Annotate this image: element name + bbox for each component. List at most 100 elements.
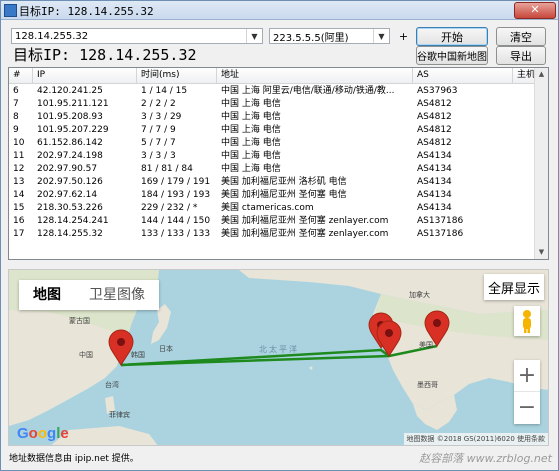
table-row[interactable]: 17 128.14.255.32 133 / 133 / 133 美国 加利福尼亚州 …: [9, 228, 548, 241]
table-row[interactable]: 15 218.30.53.226 229 / 232 / * 美国 ctamerica…: [9, 202, 548, 215]
cell-index: 9: [13, 125, 19, 135]
dns-server-input[interactable]: [270, 29, 377, 43]
cell-time: 3 / 3 / 3: [141, 151, 176, 161]
cell-index: 7: [13, 99, 19, 109]
cell-ip: 202.97.62.14: [37, 190, 98, 200]
table-row[interactable]: 16 128.14.254.241 144 / 144 / 150 美国 加利福尼亚州…: [9, 215, 548, 228]
cell-index: 13: [13, 177, 25, 187]
table-row[interactable]: 9 101.95.207.229 7 / 7 / 9 中国 上海 电信 AS4812: [9, 124, 548, 137]
trace-table: # IP 时间(ms) 地址 AS 主机 6 42.120.241.25 1 / 1…: [8, 67, 549, 260]
export-button[interactable]: 导出: [496, 46, 546, 65]
cell-as: AS137186: [417, 229, 464, 239]
cell-address: 中国 上海 电信: [221, 164, 281, 174]
cell-address: 中国 上海 电信: [221, 112, 281, 122]
cell-address: 美国 加利福尼亚州 圣何塞 zenlayer.com: [221, 216, 389, 226]
map-label-mexico: 墨西哥: [417, 381, 438, 389]
zoom-in-button[interactable]: +: [514, 360, 540, 392]
table-row[interactable]: 13 202.97.50.126 169 / 179 / 191 美国 加利福尼亚州 …: [9, 176, 548, 189]
cell-index: 17: [13, 229, 25, 239]
cell-ip: 202.97.50.126: [37, 177, 103, 187]
zoom-control: + −: [514, 360, 540, 424]
cell-address: 美国 加利福尼亚州 圣何塞 电信: [221, 190, 347, 200]
map-label-usa: 美国: [419, 341, 433, 349]
cell-as: AS4812: [417, 112, 452, 122]
google-logo: Google: [17, 425, 69, 442]
col-header-as[interactable]: AS: [413, 68, 513, 83]
chevron-down-icon[interactable]: ▼: [246, 29, 262, 43]
map-label-canada: 加拿大: [409, 291, 430, 299]
start-button[interactable]: 开始: [416, 27, 488, 46]
cell-ip: 61.152.86.142: [37, 138, 103, 148]
table-row[interactable]: 7 101.95.211.121 2 / 2 / 2 中国 上海 电信 AS4812: [9, 98, 548, 111]
map-type-satellite-tab[interactable]: 卫星图像: [75, 280, 159, 310]
cell-ip: 128.14.255.32: [37, 229, 103, 239]
map-type-roadmap-tab[interactable]: 地图: [19, 280, 75, 310]
route-map[interactable]: 蒙古国 中国 韩国 日本 台湾 菲律宾 北太平洋 美国 墨西哥 加拿大 地图 卫…: [8, 269, 549, 446]
dns-server-select[interactable]: ▼: [269, 28, 390, 44]
cell-ip: 202.97.24.198: [37, 151, 103, 161]
cell-as: AS4134: [417, 203, 452, 213]
table-row[interactable]: 8 101.95.208.93 3 / 3 / 29 中国 上海 电信 AS4812: [9, 111, 548, 124]
cell-index: 11: [13, 151, 25, 161]
map-label-north-pacific: 北太平洋: [259, 345, 299, 354]
cell-time: 7 / 7 / 9: [141, 125, 176, 135]
cell-address: 美国 加利福尼亚州 洛杉矶 电信: [221, 177, 347, 187]
col-header-ip[interactable]: IP: [33, 68, 137, 83]
cell-time: 229 / 232 / *: [141, 203, 198, 213]
cell-index: 8: [13, 112, 19, 122]
cell-as: AS4134: [417, 151, 452, 161]
cell-ip: 202.97.90.57: [37, 164, 98, 174]
map-label-japan: 日本: [159, 345, 173, 353]
map-label-china: 中国: [79, 351, 93, 359]
fullscreen-button[interactable]: 全屏显示: [484, 274, 544, 300]
col-header-address[interactable]: 地址: [217, 68, 413, 83]
title-bar: 目标IP: 128.14.255.32 ✕: [1, 1, 558, 20]
scroll-up-icon[interactable]: ▲: [535, 68, 548, 81]
cell-ip: 42.120.241.25: [37, 86, 103, 96]
cell-address: 美国 ctamericas.com: [221, 203, 314, 213]
target-host-combo[interactable]: ▼: [11, 28, 263, 44]
zoom-out-button[interactable]: −: [514, 392, 540, 423]
chevron-down-icon[interactable]: ▼: [373, 29, 389, 43]
cell-index: 14: [13, 190, 25, 200]
cell-ip: 218.30.53.226: [37, 203, 103, 213]
cell-as: AS4812: [417, 125, 452, 135]
app-icon: [4, 4, 17, 17]
cell-address: 中国 上海 阿里云/电信/联通/移动/铁通/教...: [221, 86, 395, 96]
map-label-taiwan: 台湾: [105, 381, 119, 389]
cell-ip: 101.95.208.93: [37, 112, 103, 122]
scroll-down-icon[interactable]: ▼: [535, 246, 548, 259]
cell-time: 3 / 3 / 29: [141, 112, 182, 122]
cell-index: 6: [13, 86, 19, 96]
add-dns-button[interactable]: +: [395, 27, 412, 45]
target-host-input[interactable]: [12, 29, 250, 44]
cell-address: 中国 上海 电信: [221, 151, 281, 161]
cell-as: AS4812: [417, 99, 452, 109]
table-header: # IP 时间(ms) 地址 AS 主机: [9, 68, 548, 84]
close-button[interactable]: ✕: [514, 2, 556, 19]
google-china-map-button[interactable]: 谷歌中国新地图: [416, 46, 488, 65]
cell-as: AS37963: [417, 86, 458, 96]
map-label-philippines: 菲律宾: [109, 411, 130, 419]
table-row[interactable]: 12 202.97.90.57 81 / 81 / 84 中国 上海 电信 AS4134: [9, 163, 548, 176]
vertical-scrollbar[interactable]: ▲ ▼: [534, 68, 548, 259]
japan-landmass: [151, 304, 171, 344]
table-row[interactable]: 10 61.152.86.142 5 / 7 / 7 中国 上海 电信 AS4812: [9, 137, 548, 150]
street-view-pegman-icon[interactable]: [514, 306, 540, 336]
cell-index: 12: [13, 164, 25, 174]
table-row[interactable]: 11 202.97.24.198 3 / 3 / 3 中国 上海 电信 AS4134: [9, 150, 548, 163]
table-row[interactable]: 6 42.120.241.25 1 / 14 / 15 中国 上海 阿里云/电信/联通…: [9, 85, 548, 98]
clear-button[interactable]: 清空: [496, 27, 546, 46]
cell-address: 中国 上海 电信: [221, 125, 281, 135]
cell-as: AS4134: [417, 164, 452, 174]
cell-ip: 101.95.207.229: [37, 125, 109, 135]
map-attribution[interactable]: 地图数据 ©2018 GS(2011)6020 使用条款: [403, 433, 548, 445]
table-row[interactable]: 14 202.97.62.14 184 / 193 / 193 美国 加利福尼亚州 圣…: [9, 189, 548, 202]
map-label-mongolia: 蒙古国: [69, 317, 90, 325]
cell-index: 15: [13, 203, 25, 213]
cell-ip: 128.14.254.241: [37, 216, 109, 226]
cell-time: 144 / 144 / 150: [141, 216, 211, 226]
col-header-time[interactable]: 时间(ms): [137, 68, 217, 83]
watermark: 赵容部落 www.zrblog.net: [419, 452, 552, 465]
col-header-index[interactable]: #: [9, 68, 33, 83]
